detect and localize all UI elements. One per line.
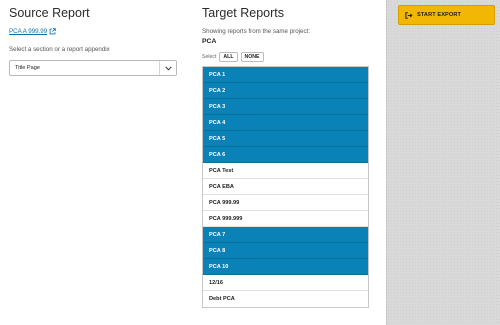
report-item[interactable]: PCA 3 <box>203 99 368 115</box>
report-item-label: PCA Test <box>209 167 234 174</box>
report-item-label: PCA 999.999 <box>209 215 243 222</box>
report-item[interactable]: PCA 6 <box>203 147 368 163</box>
report-item-label: PCA EBA <box>209 183 234 190</box>
sign-out-icon <box>405 11 413 19</box>
report-item[interactable]: PCA Test <box>203 163 368 179</box>
target-reports-heading: Target Reports <box>202 6 284 20</box>
select-none-button[interactable]: NONE <box>240 52 264 62</box>
start-export-label: START EXPORT <box>417 12 461 18</box>
source-report-heading: Source Report <box>9 6 90 20</box>
report-item-label: PCA 999.99 <box>209 199 240 206</box>
section-select[interactable]: Title Page <box>9 60 177 76</box>
actions-panel: START EXPORT <box>386 0 500 325</box>
report-item[interactable]: PCA 1 <box>203 67 368 83</box>
project-name: PCA <box>202 38 217 45</box>
target-report-list: PCA 1 PCA 2 PCA 3 PCA 4 PCA 5 PCA 6 PCA Test PC… <box>202 66 369 308</box>
source-report-panel: Source Report PCA A 999.99 Select a sect… <box>9 6 177 76</box>
report-item[interactable]: PCA 999.99 <box>203 195 368 211</box>
report-item-label: PCA 6 <box>209 151 226 158</box>
report-item-label: PCA 8 <box>209 247 226 254</box>
report-item-label: 12/16 <box>209 279 223 286</box>
report-item-label: Debt PCA <box>209 296 235 302</box>
report-item-label: PCA 7 <box>209 231 226 238</box>
report-item[interactable]: PCA 5 <box>203 131 368 147</box>
report-item-label: PCA 2 <box>209 87 226 94</box>
target-subtitle: Showing reports from the same project: <box>202 28 310 35</box>
report-item[interactable]: PCA EBA <box>203 179 368 195</box>
source-report-link[interactable]: PCA A 999.99 <box>9 28 56 35</box>
select-caret <box>159 61 176 75</box>
report-item[interactable]: PCA 7 <box>203 227 368 243</box>
select-all-button[interactable]: ALL <box>219 52 238 62</box>
select-all-none: Select ALL NONE <box>202 52 369 62</box>
report-item-label: PCA 4 <box>209 119 226 126</box>
report-item[interactable]: PCA 8 <box>203 243 368 259</box>
report-item[interactable]: Debt PCA <box>203 291 368 307</box>
report-item-label: PCA 1 <box>209 71 226 78</box>
external-link-icon <box>49 28 56 35</box>
report-item[interactable]: PCA 4 <box>203 115 368 131</box>
section-helper-text: Select a section or a report appendix <box>9 46 110 53</box>
start-export-button[interactable]: START EXPORT <box>398 5 495 25</box>
report-item[interactable]: PCA 10 <box>203 259 368 275</box>
report-item-label: PCA 5 <box>209 135 226 142</box>
report-item-label: PCA 3 <box>209 103 226 110</box>
report-item[interactable]: PCA 2 <box>203 83 368 99</box>
report-item[interactable]: 12/16 <box>203 275 368 291</box>
target-reports-panel: Target Reports Showing reports from the … <box>202 6 369 308</box>
source-report-link-label: PCA A 999.99 <box>9 28 48 35</box>
report-item[interactable]: PCA 999.999 <box>203 211 368 227</box>
report-item-label: PCA 10 <box>209 263 229 270</box>
section-select-value: Title Page <box>15 65 40 71</box>
panel-texture <box>387 0 500 325</box>
select-label: Select <box>202 54 217 60</box>
chevron-down-icon <box>164 66 172 71</box>
